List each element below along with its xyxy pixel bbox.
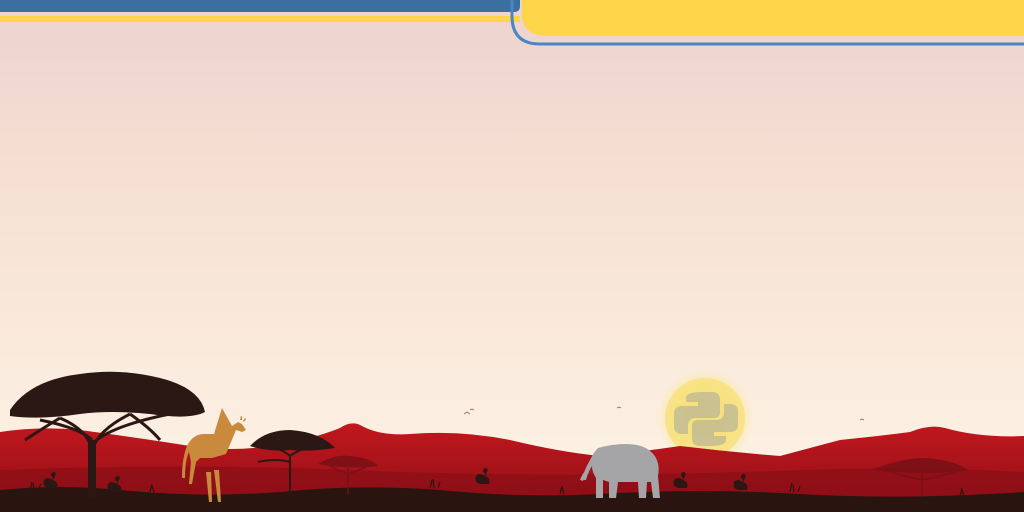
- ribbon-blue-left: [0, 0, 520, 12]
- ribbon-yellow-right: [522, 0, 1024, 36]
- ribbon-yellow-left-stripe: [0, 16, 520, 22]
- savanna-banner: [0, 0, 1024, 512]
